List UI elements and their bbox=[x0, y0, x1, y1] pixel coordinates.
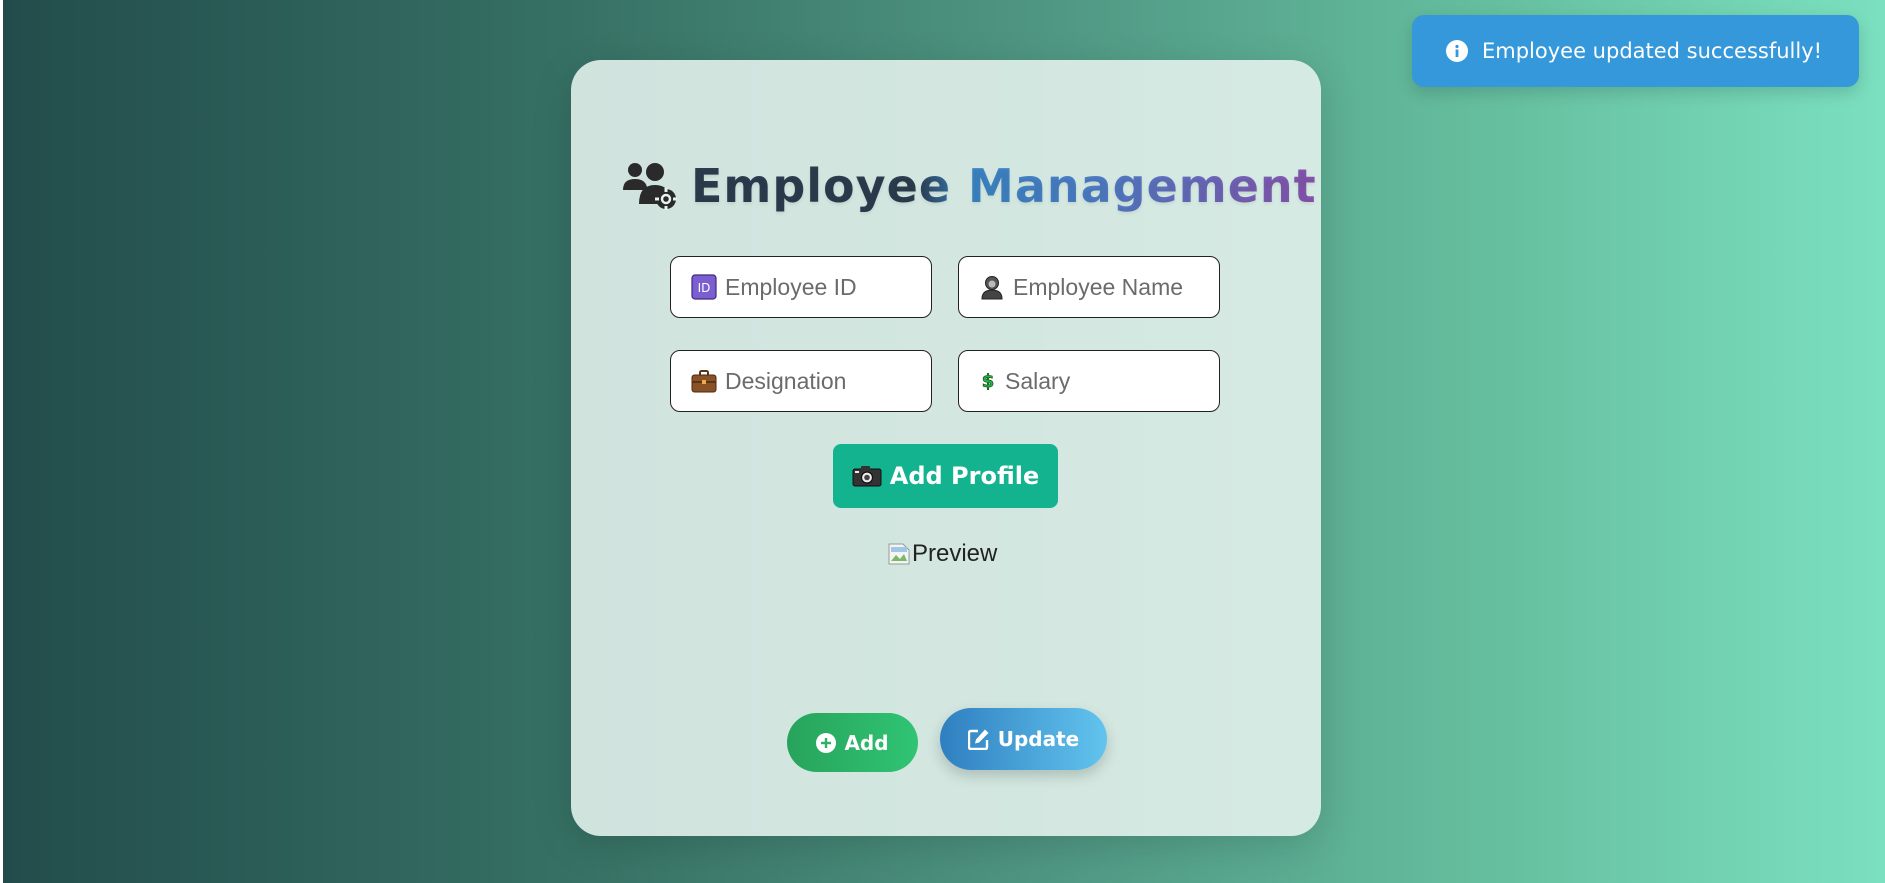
employee-name-input[interactable] bbox=[1013, 273, 1213, 301]
edit-icon bbox=[967, 729, 989, 750]
salary-input[interactable] bbox=[1005, 367, 1205, 395]
add-button-label: Add bbox=[844, 730, 889, 755]
preview-alt-text: Preview bbox=[912, 540, 998, 567]
designation-field[interactable] bbox=[670, 350, 932, 412]
briefcase-icon bbox=[691, 370, 717, 393]
profile-preview-image: Preview bbox=[886, 540, 997, 568]
camera-icon bbox=[852, 466, 882, 487]
add-profile-button[interactable]: Add Profile bbox=[833, 444, 1058, 508]
dollar-icon: $ bbox=[981, 371, 995, 393]
users-cog-icon bbox=[623, 163, 677, 210]
add-button[interactable]: Add bbox=[787, 713, 918, 772]
plus-circle-icon bbox=[816, 732, 837, 753]
employee-id-input[interactable] bbox=[725, 273, 925, 301]
page-left-edge bbox=[0, 0, 3, 883]
toast-notification: Employee updated successfully! bbox=[1412, 15, 1859, 87]
employee-id-field[interactable]: ID bbox=[670, 256, 932, 318]
add-profile-label: Add Profile bbox=[889, 462, 1040, 490]
update-button-label: Update bbox=[997, 727, 1080, 751]
svg-text:$: $ bbox=[982, 371, 995, 392]
update-button[interactable]: Update bbox=[940, 708, 1107, 770]
svg-text:ID: ID bbox=[698, 281, 711, 295]
broken-image-icon bbox=[888, 543, 910, 565]
info-icon bbox=[1446, 40, 1468, 62]
header: Employee Management bbox=[621, 146, 1317, 226]
designation-input[interactable] bbox=[725, 367, 925, 395]
employee-form-card: Employee Management ID $ bbox=[571, 60, 1321, 836]
employee-name-field[interactable] bbox=[958, 256, 1220, 318]
id-badge-icon: ID bbox=[691, 274, 717, 300]
page-title: Employee Management bbox=[691, 159, 1317, 213]
toast-message: Employee updated successfully! bbox=[1482, 39, 1823, 63]
salary-field[interactable]: $ bbox=[958, 350, 1220, 412]
person-icon bbox=[981, 276, 1003, 300]
